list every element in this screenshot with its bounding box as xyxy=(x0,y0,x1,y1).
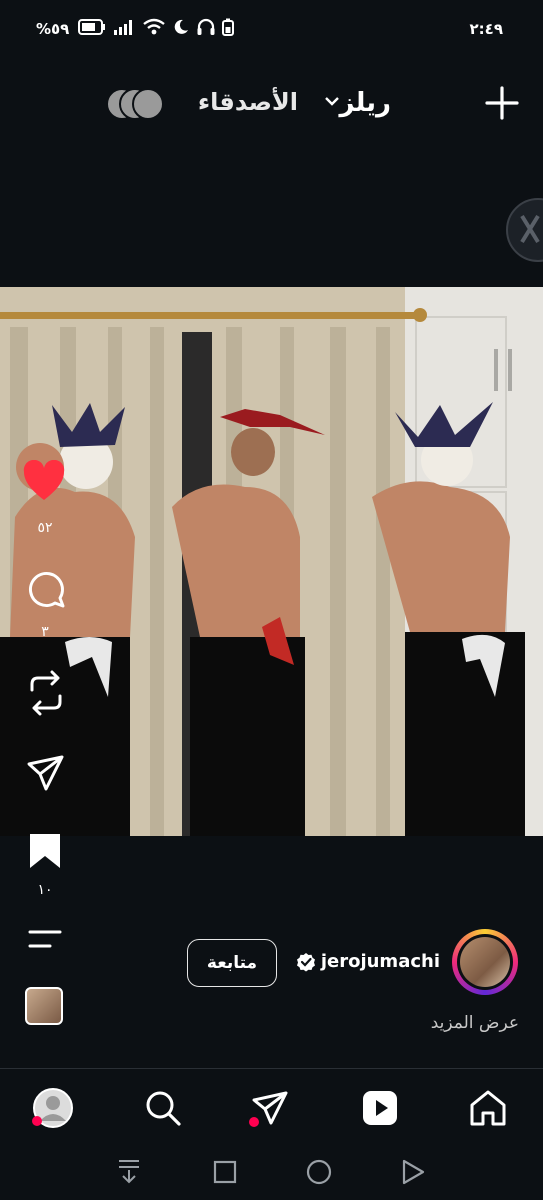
reels-icon xyxy=(363,1091,397,1125)
recents-icon[interactable] xyxy=(213,1160,237,1184)
profile-avatar-icon xyxy=(32,1088,73,1128)
like-count[interactable]: ٥٢ xyxy=(20,520,70,536)
nav-profile[interactable] xyxy=(32,1087,74,1129)
home-icon xyxy=(470,1090,506,1126)
home-circle-icon[interactable] xyxy=(306,1159,332,1185)
chevron-down-icon[interactable] xyxy=(323,94,341,108)
system-nav-bar xyxy=(0,1144,543,1200)
friend-avatars[interactable] xyxy=(106,88,164,120)
status-time: ٢:٤٩ xyxy=(469,20,503,38)
status-bar: %٥٩ ٢:٤٩ xyxy=(0,0,543,60)
username[interactable]: jerojumachi xyxy=(321,951,440,972)
see-more-link[interactable]: عرض المزيد xyxy=(431,1013,519,1033)
save-count[interactable]: ١٠ xyxy=(20,882,70,898)
remix-icon[interactable] xyxy=(26,670,66,716)
comment-count[interactable]: ٣ xyxy=(20,624,70,640)
signal-icon xyxy=(114,20,132,35)
friends-tab[interactable]: الأصدقاء xyxy=(198,88,298,116)
bookmark-icon[interactable] xyxy=(28,832,62,870)
nav-search[interactable] xyxy=(142,1087,184,1129)
bottom-nav xyxy=(0,1068,543,1145)
reels-title[interactable]: ريلز xyxy=(339,88,391,118)
nav-messages[interactable] xyxy=(248,1087,290,1129)
search-icon xyxy=(146,1091,181,1126)
x-badge-icon[interactable] xyxy=(506,198,543,262)
share-icon[interactable] xyxy=(26,754,66,792)
audio-thumbnail[interactable] xyxy=(25,987,63,1025)
moon-icon xyxy=(174,19,188,34)
reel-video[interactable] xyxy=(0,287,543,836)
heart-icon[interactable] xyxy=(22,460,66,502)
verified-badge-icon xyxy=(297,953,315,972)
headphones-icon xyxy=(197,18,215,35)
reel-video-frame xyxy=(0,287,543,836)
battery-icon xyxy=(78,19,105,35)
more-options-icon[interactable] xyxy=(28,928,62,952)
back-icon[interactable] xyxy=(401,1159,425,1185)
status-icons xyxy=(78,18,234,36)
user-avatar[interactable] xyxy=(452,929,518,995)
nav-home[interactable] xyxy=(467,1087,509,1129)
follow-button[interactable]: متابعة xyxy=(187,939,277,987)
battery-saver-icon xyxy=(222,18,234,36)
nav-reels[interactable] xyxy=(359,1087,401,1129)
direct-message-icon xyxy=(249,1091,288,1127)
wifi-icon xyxy=(143,18,165,35)
create-button[interactable] xyxy=(483,84,521,122)
keyboard-hide-icon[interactable] xyxy=(117,1158,141,1186)
comment-icon[interactable] xyxy=(26,570,66,610)
battery-percent: %٥٩ xyxy=(36,20,70,38)
